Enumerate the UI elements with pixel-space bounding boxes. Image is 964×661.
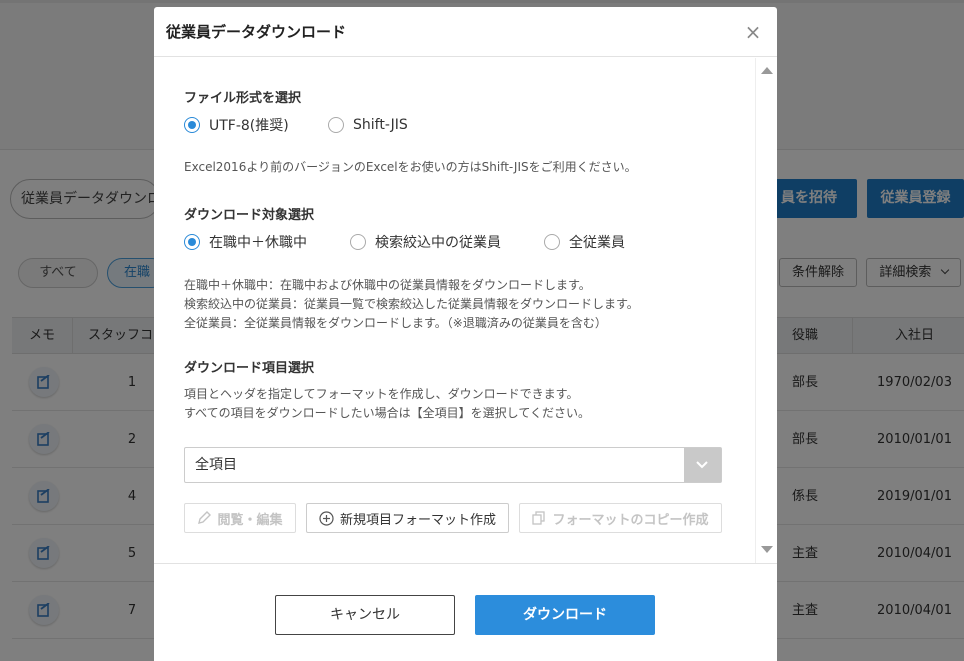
close-icon[interactable]: × <box>743 22 763 42</box>
file-format-title: ファイル形式を選択 <box>184 91 302 106</box>
radio-all-employees-label: 全従業員 <box>569 235 625 251</box>
radio-unchecked-icon <box>328 117 344 133</box>
download-button[interactable]: ダウンロード <box>475 595 655 635</box>
scroll-down-icon[interactable] <box>761 546 773 553</box>
radio-unchecked-icon <box>350 234 366 250</box>
radio-shift-jis[interactable]: Shift-JIS <box>328 115 408 135</box>
target-note: 検索絞込中の従業員：従業員一覧で検索絞込した従業員情報をダウンロードします。 <box>184 297 639 311</box>
copy-format-button[interactable]: フォーマットのコピー作成 <box>519 503 722 533</box>
target-note: 全従業員：全従業員情報をダウンロードします。（※退職済みの従業員を含む） <box>184 316 607 330</box>
view-edit-label: 閲覧・編集 <box>217 512 283 528</box>
target-title: ダウンロード対象選択 <box>184 208 315 223</box>
radio-active-leave[interactable]: 在職中＋休職中 <box>184 232 307 252</box>
format-select-value: 全項目 <box>195 457 237 473</box>
items-note: すべての項目をダウンロードしたい場合は【全項目】を選択してください。 <box>184 406 590 420</box>
copy-format-label: フォーマットのコピー作成 <box>552 512 709 528</box>
radio-all-employees[interactable]: 全従業員 <box>544 232 625 252</box>
plus-circle-icon <box>319 510 334 526</box>
radio-shift-jis-label: Shift-JIS <box>353 117 408 133</box>
radio-utf8-label: UTF-8(推奨) <box>209 118 289 134</box>
modal-body: ファイル形式を選択 UTF-8(推奨) Shift-JIS Excel2016よ… <box>154 58 777 563</box>
radio-filtered[interactable]: 検索絞込中の従業員 <box>350 232 501 252</box>
scroll-up-icon[interactable] <box>761 67 773 74</box>
radio-unchecked-icon <box>544 234 560 250</box>
format-select[interactable]: 全項目 <box>184 447 722 483</box>
radio-checked-icon <box>184 234 200 250</box>
radio-active-leave-label: 在職中＋休職中 <box>209 235 307 251</box>
radio-filtered-label: 検索絞込中の従業員 <box>375 235 501 251</box>
modal-header: 従業員データダウンロード × <box>154 7 777 57</box>
target-note: 在職中＋休職中：在職中および休職中の従業員情報をダウンロードします。 <box>184 278 591 292</box>
chevron-down-icon[interactable] <box>684 448 721 482</box>
items-title: ダウンロード項目選択 <box>184 361 315 376</box>
new-format-label: 新規項目フォーマット作成 <box>339 512 496 528</box>
new-format-button[interactable]: 新規項目フォーマット作成 <box>306 503 509 533</box>
radio-utf8[interactable]: UTF-8(推奨) <box>184 115 289 135</box>
pencil-icon <box>197 511 212 525</box>
modal-footer: キャンセル ダウンロード <box>154 563 777 661</box>
cancel-button[interactable]: キャンセル <box>275 595 455 635</box>
modal-scrollbar[interactable] <box>755 58 777 563</box>
modal-title: 従業員データダウンロード <box>166 23 347 41</box>
download-modal: 従業員データダウンロード × ファイル形式を選択 UTF-8(推奨) Shift… <box>154 7 777 661</box>
radio-checked-icon <box>184 117 200 133</box>
view-edit-button[interactable]: 閲覧・編集 <box>184 503 296 533</box>
file-format-note: Excel2016より前のバージョンのExcelをお使いの方はShift-JIS… <box>184 160 637 174</box>
items-note: 項目とヘッダを指定してフォーマットを作成し、ダウンロードできます。 <box>184 387 579 401</box>
copy-icon <box>532 511 546 525</box>
